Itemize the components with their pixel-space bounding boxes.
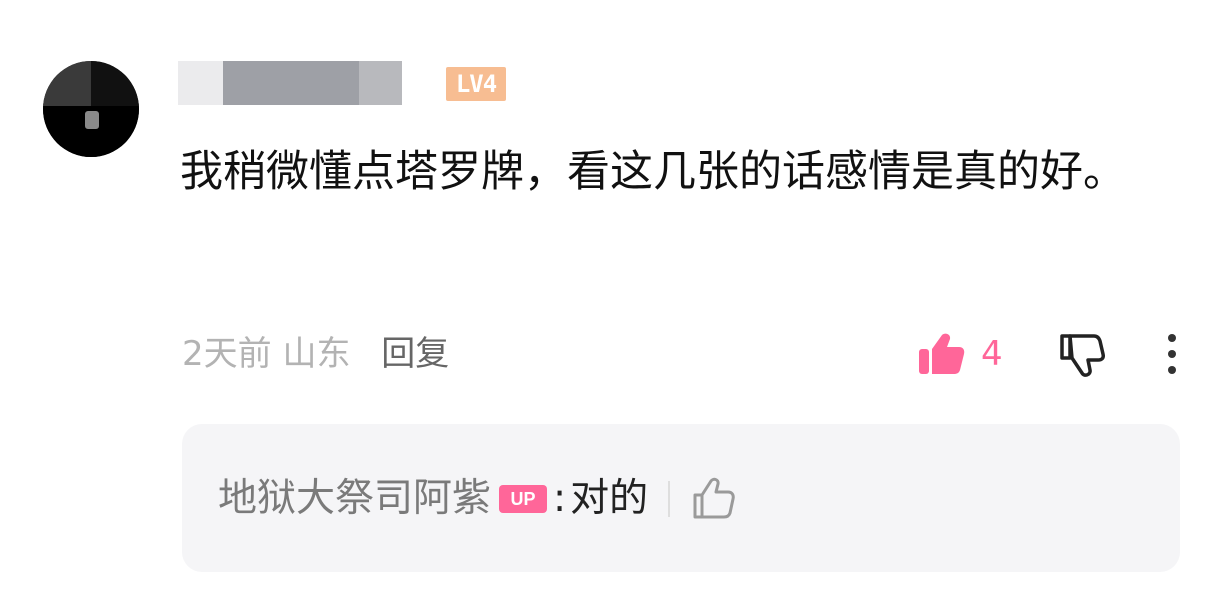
thumbs-down-outline-icon: [1060, 334, 1105, 377]
sub-reply-separator: :: [553, 476, 567, 521]
up-badge: UP: [499, 485, 548, 513]
user-avatar[interactable]: [43, 61, 139, 157]
username-redacted[interactable]: [178, 61, 402, 105]
sub-reply-content: 对的: [570, 476, 649, 521]
thumbs-up-outline-icon: [693, 477, 735, 519]
comment-text: 我稍微懂点塔罗牌，看这几张的话感情是真的好。: [180, 147, 1126, 197]
thumbs-up-filled-icon: [919, 333, 965, 374]
divider: [668, 481, 671, 517]
comment-meta: 2天前 山东 回复: [182, 330, 449, 378]
more-options-button[interactable]: [1160, 332, 1184, 376]
like-count: 4: [981, 334, 1003, 374]
sub-reply-like-button[interactable]: [692, 477, 736, 521]
comment-location: 山东: [282, 334, 351, 374]
sub-reply-author[interactable]: 地狱大祭司阿紫: [218, 472, 491, 526]
like-button[interactable]: 4: [917, 330, 1003, 378]
dislike-button[interactable]: [1058, 332, 1106, 378]
vertical-dots-icon: [1168, 334, 1176, 374]
level-badge: LV4: [446, 67, 506, 101]
sub-reply-line: 地狱大祭司阿紫 UP : 对的: [218, 472, 736, 526]
level-badge-text: LV4: [455, 70, 497, 98]
reply-button[interactable]: 回复: [381, 334, 449, 374]
comment-time: 2天前: [182, 334, 272, 374]
sub-reply-box[interactable]: 地狱大祭司阿紫 UP : 对的: [182, 424, 1180, 572]
